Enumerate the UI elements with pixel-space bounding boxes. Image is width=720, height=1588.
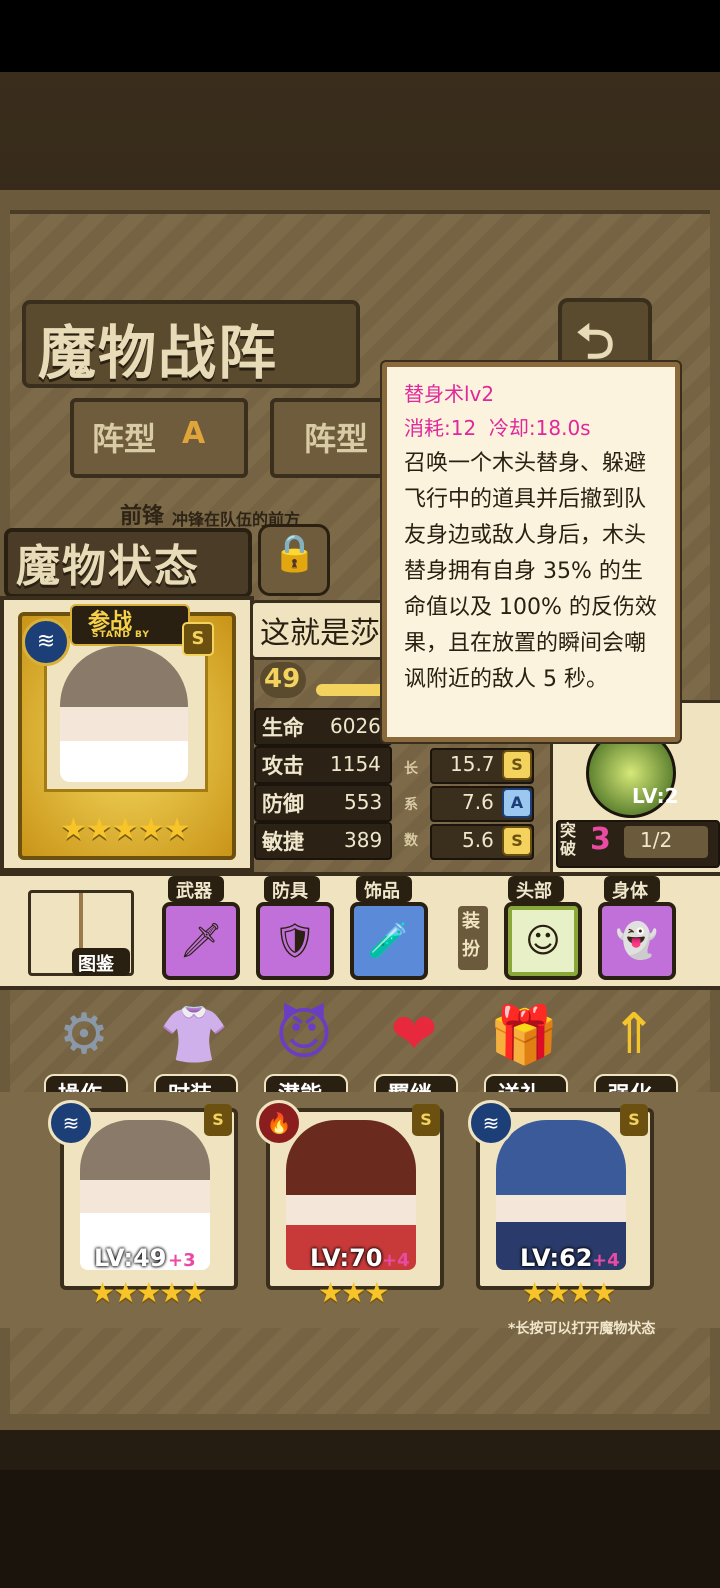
outfit-icon: 👚 (159, 1003, 229, 1068)
tooltip-cost-cooldown: 消耗:12 冷却:18.0s (404, 416, 591, 440)
team-member-3-rank: S (620, 1104, 648, 1136)
tooltip-description: 召唤一个木头替身、躲避飞行中的道具并后撤到队友身边或敌人身后，木头替身拥有自身 … (404, 451, 657, 692)
stat-label-agility: 敏捷 (262, 830, 304, 854)
growth-axis-label-3: 数 (404, 833, 418, 849)
monster-name: 这就是莎 (260, 616, 380, 651)
team-member-1-stars: ★★★★★ (90, 1276, 208, 1309)
team-member-2-level: LV:70 (310, 1244, 383, 1272)
rank-badge: S (182, 622, 214, 656)
growth-rank-2: A (502, 788, 532, 818)
gift-icon: 🎁 (489, 1003, 559, 1068)
status-title: 魔物状态 (16, 541, 200, 592)
hearts-icon: ❤ (390, 1002, 438, 1067)
team-member-2-rank: S (412, 1104, 440, 1136)
long-press-hint: *长按可以打开魔物状态 (508, 1321, 656, 1337)
level-value: 49 (264, 664, 301, 694)
tab-formation-b-label: 阵型 (304, 420, 369, 458)
stat-label-hp: 生命 (262, 716, 304, 740)
slot-label-weapon: 武器 (176, 881, 212, 902)
growth-value-1: 15.7 (450, 752, 495, 776)
armor-icon: 🛡 (273, 921, 317, 961)
stat-label-defense: 防御 (262, 792, 304, 816)
gears-icon: ⚙ (58, 1002, 110, 1067)
tab-formation-a-letter: A (182, 416, 206, 451)
skill-level: LV:2 (632, 784, 679, 808)
team-member-1-rank: S (204, 1104, 232, 1136)
tooltip-title: 替身术lv2 (404, 382, 495, 406)
growth-axis-label-1: 长 (404, 761, 418, 777)
book-label[interactable]: 图鉴 (78, 950, 114, 976)
stat-value-agility: 389 (344, 828, 383, 852)
team-member-1-plus: +3 (168, 1250, 196, 1271)
stat-value-defense: 553 (344, 790, 383, 814)
growth-rank-3: S (502, 826, 532, 856)
lock-icon[interactable]: 🔒 (272, 532, 317, 574)
demon-icon: 😈 (274, 1002, 334, 1067)
slot-label-armor: 防具 (272, 881, 308, 902)
monster-portrait (60, 646, 188, 782)
team-member-2-stars: ★★★ (318, 1276, 389, 1309)
standby-sub-label: STAND BY (92, 630, 150, 640)
growth-axis-label-2: 系 (404, 797, 418, 813)
formation-row-label: 前锋 (120, 503, 165, 529)
breakthrough-progress: 1/2 (640, 828, 673, 852)
arrows-up-icon: ⇑ (610, 1002, 658, 1067)
dress-up-label: 装扮 (462, 911, 480, 960)
growth-value-2: 7.6 (462, 790, 494, 814)
status-bar (0, 0, 720, 72)
team-member-1-level: LV:49 (94, 1244, 167, 1272)
stat-value-attack: 1154 (330, 752, 381, 776)
team-member-3-stars: ★★★★ (522, 1276, 616, 1309)
tab-formation-a-label: 阵型 (92, 420, 157, 458)
card-stars: ★★★★★ (60, 812, 190, 847)
slot-label-head: 头部 (516, 881, 552, 902)
stat-label-attack: 攻击 (262, 754, 304, 778)
growth-rank-1: S (502, 750, 532, 780)
stat-value-hp: 6026 (330, 714, 381, 738)
bottom-frame (0, 1470, 720, 1588)
water-icon: ≋ (468, 1100, 514, 1146)
breakthrough-label: 突破 (560, 821, 577, 858)
weapon-icon: 🗡 (179, 921, 223, 961)
team-member-2-plus: +4 (382, 1250, 410, 1271)
fire-icon: 🔥 (256, 1100, 302, 1146)
slot-label-body: 身体 (612, 881, 648, 902)
breakthrough-count: 3 (590, 822, 611, 857)
water-icon: ≋ (48, 1100, 94, 1146)
head-icon: ☺ (525, 921, 561, 961)
ghost-icon: 👻 (615, 921, 659, 961)
team-member-3-plus: +4 (592, 1250, 620, 1271)
team-member-3-level: LV:62 (520, 1244, 593, 1272)
slot-label-accessory: 饰品 (364, 881, 400, 902)
growth-value-3: 5.6 (462, 828, 494, 852)
water-icon: ≋ (22, 618, 70, 666)
potion-icon: 🧪 (367, 921, 411, 961)
page-title: 魔物战阵 (38, 319, 279, 387)
